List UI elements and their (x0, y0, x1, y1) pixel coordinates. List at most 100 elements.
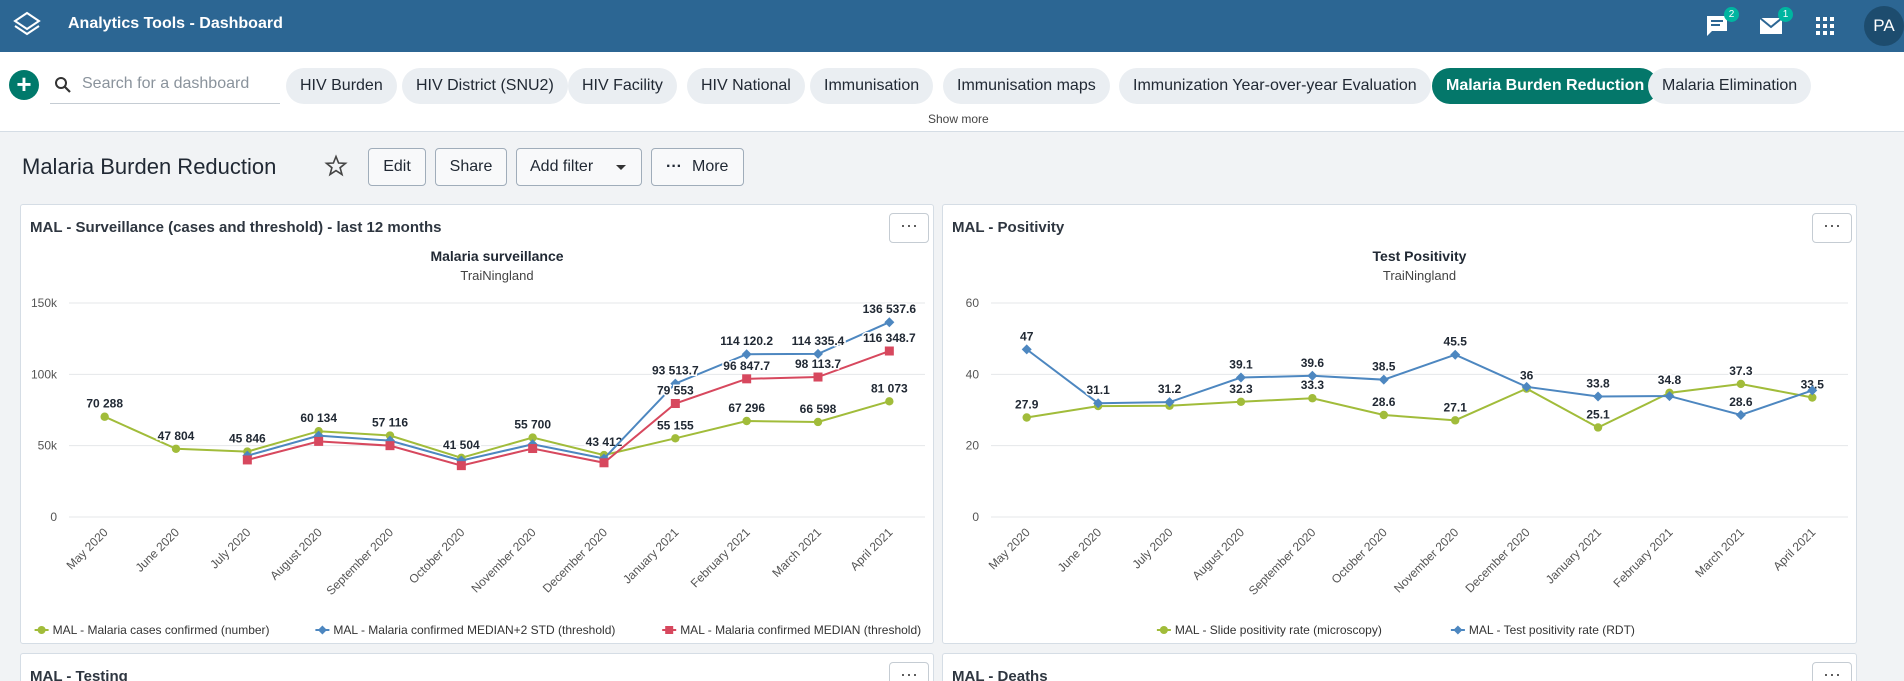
data-label: 38.5 (1372, 360, 1396, 374)
chevron-down-icon (616, 165, 626, 170)
y-tick-label: 0 (972, 510, 979, 524)
data-label: 55 155 (657, 418, 694, 432)
data-point (884, 346, 894, 356)
more-label: More (692, 158, 729, 175)
chip-hiv-facility[interactable]: HIV Facility (568, 68, 677, 104)
add-filter-button[interactable]: Add filter (516, 148, 642, 186)
data-label: 41 504 (443, 438, 480, 452)
data-label: 28.6 (1729, 395, 1753, 409)
data-point (1451, 416, 1460, 425)
data-point (813, 372, 823, 382)
chart-subtitle: TraiNingland (460, 268, 533, 283)
legend-marker (317, 625, 327, 635)
x-tick-label: June 2020 (1055, 525, 1105, 575)
legend-label: MAL - Malaria cases confirmed (number) (53, 623, 270, 637)
data-point (884, 317, 895, 328)
series-line (1026, 382, 1813, 429)
data-point (1593, 423, 1603, 432)
search-input[interactable] (82, 72, 272, 96)
data-point (171, 444, 181, 453)
data-label: 79 553 (657, 384, 694, 398)
mail-badge: 1 (1778, 7, 1793, 22)
edit-button[interactable]: Edit (368, 148, 426, 186)
x-tick-label: December 2020 (1462, 525, 1533, 596)
data-label: 27.9 (1015, 397, 1039, 411)
x-tick-label: March 2021 (769, 525, 824, 580)
chip-immunization-yoy[interactable]: Immunization Year-over-year Evaluation (1119, 68, 1431, 104)
x-tick-label: February 2021 (688, 525, 753, 590)
user-avatar[interactable]: PA (1864, 6, 1904, 46)
surveillance-card: MAL - Surveillance (cases and threshold)… (20, 204, 934, 644)
chip-immunisation-maps[interactable]: Immunisation maps (943, 68, 1110, 104)
x-tick-label: January 2021 (1543, 525, 1605, 587)
data-label: 36 (1520, 369, 1534, 383)
page-title: Malaria Burden Reduction (22, 154, 277, 179)
data-point (741, 349, 752, 360)
share-button[interactable]: Share (435, 148, 507, 186)
chip-hiv-burden[interactable]: HIV Burden (286, 68, 397, 104)
data-label: 28.6 (1372, 395, 1396, 409)
more-button[interactable]: ··· More (651, 148, 744, 186)
data-label: 66 598 (800, 402, 837, 416)
y-tick-label: 60 (966, 296, 980, 310)
x-tick-label: September 2020 (1246, 525, 1319, 598)
x-tick-label: July 2020 (207, 525, 253, 571)
y-tick-label: 20 (966, 439, 980, 453)
x-tick-label: August 2020 (267, 525, 325, 583)
chip-malaria-burden-reduction[interactable]: Malaria Burden Reduction (1432, 68, 1659, 104)
x-tick-label: May 2020 (64, 525, 111, 572)
card-menu-button[interactable]: ··· (889, 662, 929, 681)
data-label: 47 (1020, 329, 1034, 343)
messages-badge: 2 (1724, 7, 1739, 22)
messages-icon[interactable]: 2 (1704, 7, 1739, 38)
x-tick-label: December 2020 (540, 525, 611, 596)
series-line (247, 350, 890, 467)
positivity-card: MAL - Positivity ··· Test Positivity Trai… (942, 204, 1857, 644)
data-point (385, 441, 395, 451)
add-dashboard-button[interactable]: + (9, 70, 39, 100)
add-filter-label: Add filter (530, 158, 594, 175)
chip-hiv-district[interactable]: HIV District (SNU2) (402, 68, 568, 104)
x-tick-label: March 2021 (1692, 525, 1747, 580)
app-logo-icon[interactable] (12, 10, 42, 40)
x-tick-label: January 2021 (620, 525, 682, 587)
data-label: 45.5 (1444, 335, 1468, 349)
chart-title: Malaria surveillance (430, 248, 563, 264)
data-label: 39.6 (1301, 356, 1325, 370)
top-header: Analytics Tools - Dashboard 2 1 PA (0, 0, 1904, 52)
apps-grid-icon[interactable] (1812, 14, 1838, 38)
y-tick-label: 100k (31, 367, 58, 381)
data-label: 81 073 (871, 381, 908, 395)
card-menu-button[interactable]: ··· (1812, 662, 1852, 681)
data-point (742, 374, 752, 384)
data-label: 31.2 (1158, 382, 1182, 396)
data-label: 39.1 (1229, 358, 1253, 372)
star-icon[interactable] (324, 154, 348, 178)
data-point (1022, 413, 1031, 422)
chip-hiv-national[interactable]: HIV National (687, 68, 805, 104)
data-label: 60 134 (300, 411, 337, 425)
chart-subtitle: TraiNingland (1383, 268, 1456, 283)
data-label: 45 846 (229, 432, 266, 446)
data-label: 114 335.4 (792, 334, 845, 348)
data-point (599, 458, 609, 468)
data-label: 43 412 (586, 435, 623, 449)
data-point (742, 416, 751, 426)
chip-malaria-elimination[interactable]: Malaria Elimination (1648, 68, 1812, 104)
chart-title: Test Positivity (1373, 248, 1467, 264)
data-point (100, 412, 109, 421)
data-point (813, 417, 823, 427)
data-point (456, 461, 466, 471)
data-label: 96 847.7 (723, 359, 770, 373)
show-more-link[interactable]: Show more (928, 112, 989, 126)
more-dots-icon: ··· (666, 158, 682, 175)
data-label: 70 288 (86, 397, 123, 411)
chip-immunisation[interactable]: Immunisation (810, 68, 934, 104)
data-point (1450, 349, 1461, 360)
mail-icon[interactable]: 1 (1758, 7, 1793, 38)
legend-marker (37, 626, 46, 634)
data-label: 114 120.2 (720, 334, 773, 348)
y-tick-label: 150k (31, 296, 58, 310)
legend-label: MAL - Test positivity rate (RDT) (1469, 623, 1635, 637)
x-tick-label: August 2020 (1190, 525, 1248, 583)
